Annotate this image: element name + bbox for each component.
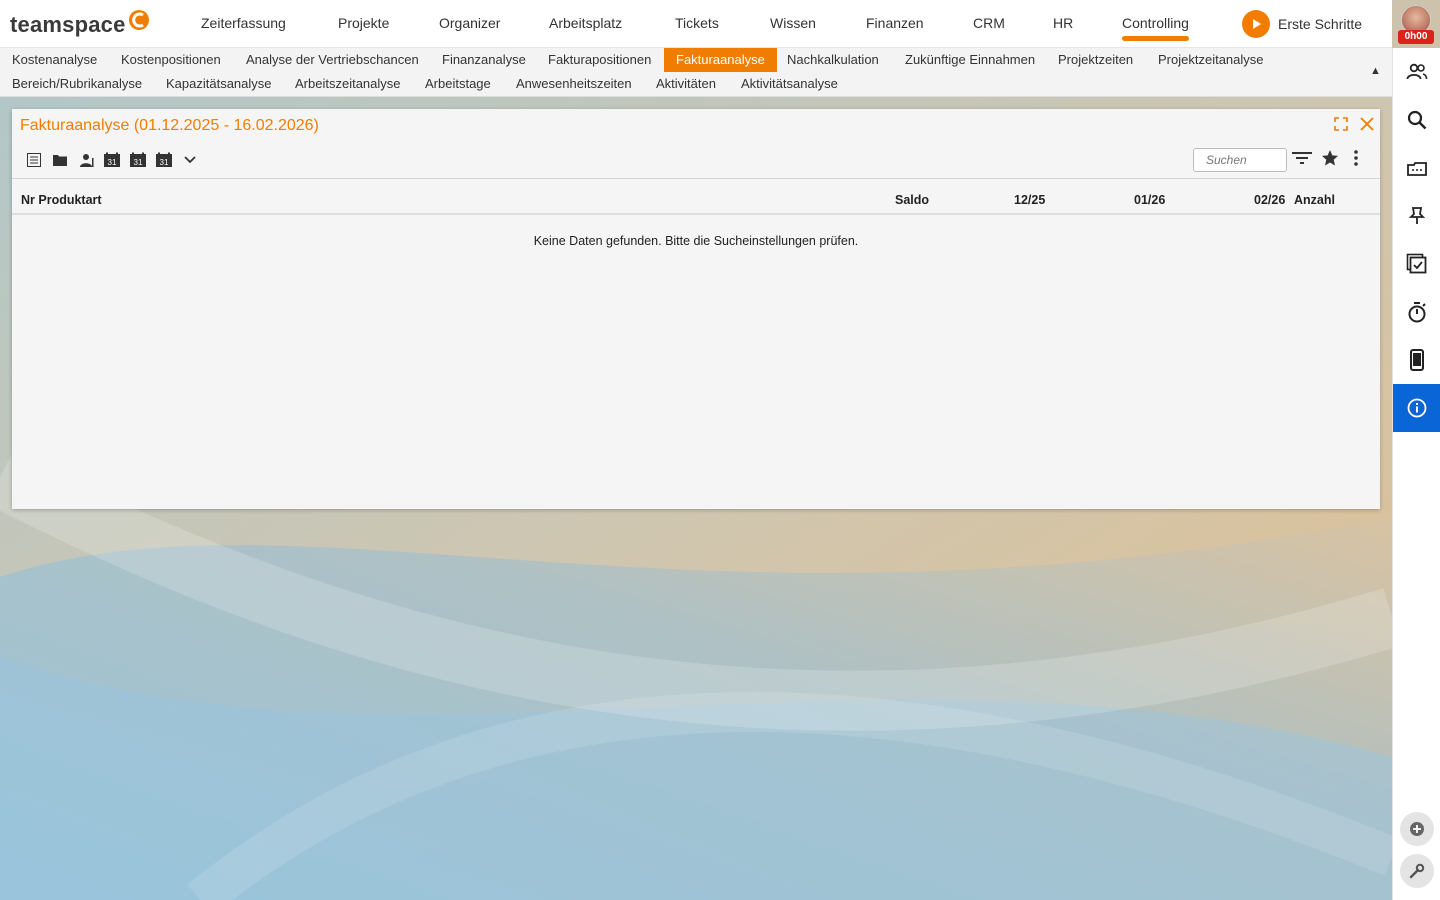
subnav-aktivitaeten[interactable]: Aktivitäten <box>644 72 728 96</box>
fakturaanalyse-panel: Fakturaanalyse (01.12.2025 - 16.02.2026)… <box>12 109 1380 509</box>
logo-mark-icon <box>128 10 149 30</box>
collapse-subnav-icon[interactable]: ▲ <box>1370 65 1381 77</box>
mobile-icon[interactable] <box>1393 336 1440 384</box>
add-circle-icon[interactable] <box>1400 812 1434 846</box>
subnav-fakturaanalyse[interactable]: Fakturaanalyse <box>664 48 777 72</box>
logo-text: teamspace <box>10 12 126 37</box>
subnav-fakturapositionen[interactable]: Fakturapositionen <box>536 48 663 72</box>
contacts-icon[interactable] <box>1393 48 1440 96</box>
filter-icon[interactable] <box>1291 150 1313 166</box>
subnav-arbeitszeitanalyse[interactable]: Arbeitszeitanalyse <box>283 72 413 96</box>
subnav-projektzeitanalyse[interactable]: Projektzeitanalyse <box>1146 48 1276 72</box>
panel-right-tools <box>1291 149 1365 167</box>
teamspace-logo[interactable]: teamspace <box>10 10 150 40</box>
nav-arbeitsplatz[interactable]: Arbeitsplatz <box>549 15 622 31</box>
subnav-aktivitaetsanalyse[interactable]: Aktivitätsanalyse <box>729 72 850 96</box>
list-view-icon[interactable] <box>24 150 44 170</box>
nav-projekte[interactable]: Projekte <box>338 15 389 31</box>
more-vert-icon[interactable] <box>1347 149 1365 167</box>
nav-crm[interactable]: CRM <box>973 15 1005 31</box>
play-icon <box>1242 10 1270 38</box>
subnav-kapazitaetsanalyse[interactable]: Kapazitätsanalyse <box>154 72 284 96</box>
pin-icon[interactable] <box>1393 192 1440 240</box>
empty-state-message: Keine Daten gefunden. Bitte die Sucheins… <box>533 234 859 248</box>
wrench-icon[interactable] <box>1400 854 1434 888</box>
subnav-nachkalkulation[interactable]: Nachkalkulation <box>775 48 891 72</box>
table-header: Nr Produktart Saldo 12/25 01/26 02/26 An… <box>12 178 1380 215</box>
subnav-kostenanalyse[interactable]: Kostenanalyse <box>0 48 109 72</box>
global-search-icon[interactable] <box>1393 96 1440 144</box>
user-avatar[interactable]: 0h00 <box>1398 5 1434 45</box>
subnav-zukuenftige-einnahmen[interactable]: Zukünftige Einnahmen <box>893 48 1047 72</box>
nav-wissen[interactable]: Wissen <box>770 15 816 31</box>
nav-tickets[interactable]: Tickets <box>675 15 719 31</box>
erste-schritte-button[interactable]: Erste Schritte <box>1242 10 1362 38</box>
calendar-range-icon[interactable]: 31 <box>154 150 174 170</box>
controlling-subnav: Kostenanalyse Kostenpositionen Analyse d… <box>0 48 1392 97</box>
col-12-25[interactable]: 12/25 <box>1014 193 1045 207</box>
top-navigation: teamspace Zeiterfassung Projekte Organiz… <box>0 0 1434 48</box>
inbox-icon[interactable] <box>1393 144 1440 192</box>
user-filter-icon[interactable] <box>76 150 96 170</box>
panel-window-controls <box>1334 117 1374 131</box>
nav-organizer[interactable]: Organizer <box>439 15 500 31</box>
nav-zeiterfassung[interactable]: Zeiterfassung <box>201 15 286 31</box>
close-icon[interactable] <box>1360 117 1374 131</box>
col-01-26[interactable]: 01/26 <box>1134 193 1165 207</box>
search-input[interactable] <box>1193 148 1287 172</box>
chevron-down-icon[interactable] <box>180 150 200 170</box>
subnav-vertriebschancen[interactable]: Analyse der Vertriebschancen <box>234 48 431 72</box>
maximize-icon[interactable] <box>1334 117 1348 131</box>
panel-title: Fakturaanalyse (01.12.2025 - 16.02.2026) <box>20 117 319 134</box>
nav-hr[interactable]: HR <box>1053 15 1073 31</box>
folder-icon[interactable] <box>50 150 70 170</box>
subnav-kostenpositionen[interactable]: Kostenpositionen <box>109 48 233 72</box>
panel-toolbar: 31 31 31 <box>24 150 200 170</box>
calendar-day-number: 31 <box>108 158 117 167</box>
stopwatch-icon[interactable] <box>1393 288 1440 336</box>
calendar-day-icon[interactable]: 31 <box>102 150 122 170</box>
time-tracking-badge: 0h00 <box>1398 30 1434 44</box>
calendar-day-number: 31 <box>160 158 169 167</box>
col-anzahl[interactable]: Anzahl <box>1294 193 1335 207</box>
col-saldo[interactable]: Saldo <box>895 193 929 207</box>
col-nr-produktart[interactable]: Nr Produktart <box>21 193 102 207</box>
info-icon[interactable] <box>1393 384 1440 432</box>
calendar-day-number: 31 <box>134 158 143 167</box>
subnav-bereich-rubrikanalyse[interactable]: Bereich/Rubrikanalyse <box>0 72 154 96</box>
right-sidebar <box>1392 48 1440 900</box>
calendar-month-icon[interactable]: 31 <box>128 150 148 170</box>
subnav-anwesenheitszeiten[interactable]: Anwesenheitszeiten <box>504 72 644 96</box>
subnav-finanzanalyse[interactable]: Finanzanalyse <box>430 48 538 72</box>
erste-schritte-label: Erste Schritte <box>1278 16 1363 32</box>
tasks-icon[interactable] <box>1393 240 1440 288</box>
star-icon[interactable] <box>1321 149 1339 167</box>
nav-finanzen[interactable]: Finanzen <box>866 15 924 31</box>
subnav-arbeitstage[interactable]: Arbeitstage <box>413 72 503 96</box>
col-02-26[interactable]: 02/26 <box>1254 193 1285 207</box>
subnav-projektzeiten[interactable]: Projektzeiten <box>1046 48 1145 72</box>
nav-controlling[interactable]: Controlling <box>1122 15 1189 41</box>
